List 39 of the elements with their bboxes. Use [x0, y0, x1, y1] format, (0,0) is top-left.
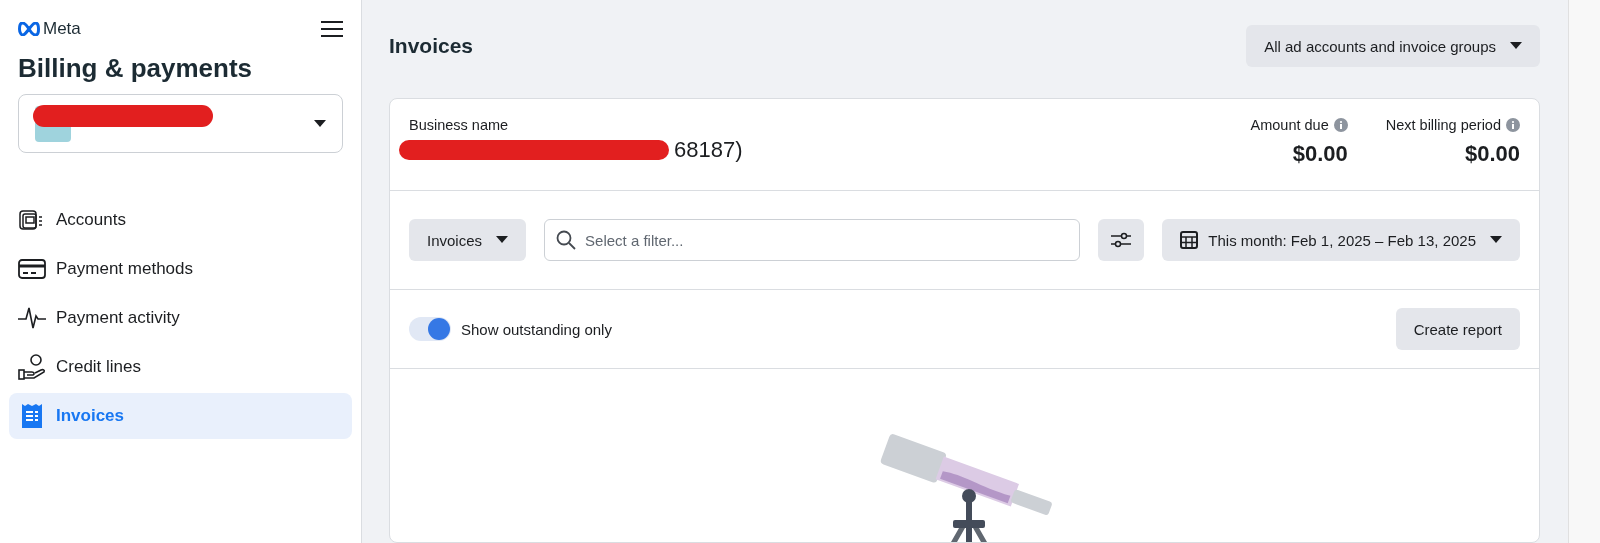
- filter-settings-button[interactable]: [1098, 219, 1145, 261]
- scrollbar-track[interactable]: [1568, 0, 1600, 543]
- filter-search-field[interactable]: Select a filter...: [544, 219, 1081, 261]
- amount-label: Next billing period: [1385, 117, 1501, 133]
- meta-logo-icon: [18, 22, 40, 36]
- business-name: 68187): [674, 137, 743, 163]
- brand-name: Meta: [43, 19, 81, 39]
- nav-item[interactable]: Credit lines: [9, 344, 352, 390]
- info-icon[interactable]: [1333, 118, 1348, 132]
- hand-coin-icon: [18, 353, 46, 381]
- nav-item[interactable]: Invoices: [9, 393, 352, 439]
- date-range-dropdown[interactable]: This month: Feb 1, 2025 – Feb 13, 2025: [1162, 219, 1520, 261]
- amount-value: $0.00: [1291, 141, 1348, 167]
- amount-label: Amount due: [1250, 117, 1329, 133]
- nav-item[interactable]: Accounts: [9, 197, 352, 243]
- credit-card-icon: [18, 259, 46, 279]
- nav-item[interactable]: Payment activity: [9, 295, 352, 341]
- account-selector[interactable]: [18, 94, 343, 153]
- caret-icon: [1490, 236, 1502, 244]
- menu-icon[interactable]: [321, 20, 343, 38]
- pulse-icon: [18, 306, 46, 330]
- section-title: Invoices: [389, 34, 474, 58]
- toggle-label: Show outstanding only: [461, 320, 612, 338]
- calendar-icon: [1180, 231, 1199, 249]
- field-label: Business name: [409, 117, 510, 133]
- accounts-icon: [19, 208, 45, 232]
- amount-value: $0.00: [1463, 141, 1520, 167]
- sliders-icon: [1110, 231, 1133, 249]
- nav-item[interactable]: Payment methods: [9, 246, 352, 292]
- invoice-icon: [20, 403, 44, 429]
- account-scope-dropdown[interactable]: All ad accounts and invoice groups: [1246, 25, 1540, 67]
- create-report-button[interactable]: Create report: [1395, 308, 1520, 350]
- toggle-switch[interactable]: [409, 317, 451, 341]
- caret-icon: [1510, 42, 1522, 50]
- caret-icon: [314, 119, 326, 128]
- info-icon[interactable]: [1506, 118, 1520, 132]
- type-dropdown[interactable]: Invoices: [409, 219, 527, 261]
- page-title: Billing & payments: [18, 53, 254, 84]
- caret-icon: [496, 236, 509, 244]
